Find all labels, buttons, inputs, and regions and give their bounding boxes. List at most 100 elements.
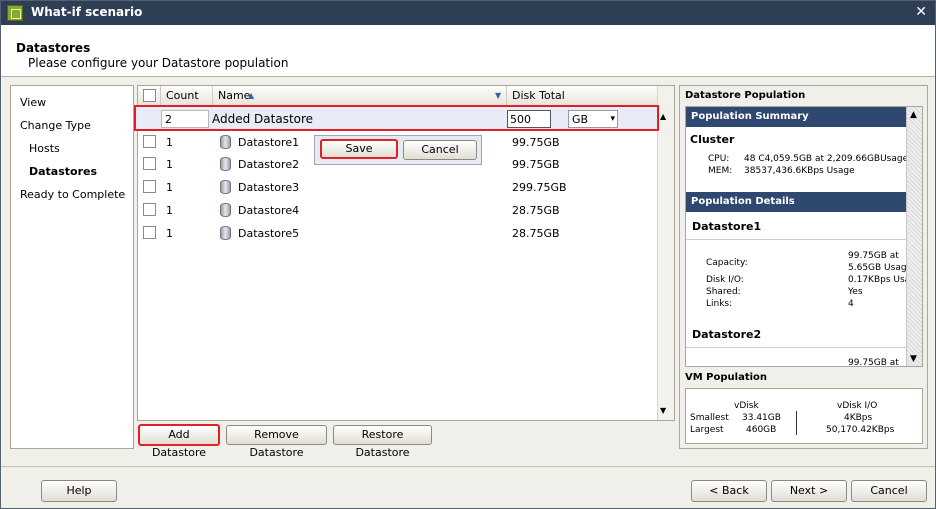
row-name: Datastore2 (238, 158, 300, 171)
disk-io-value: 0.17KBps Usa (848, 275, 911, 285)
column-name[interactable]: Name (218, 89, 250, 102)
save-button[interactable]: Save (320, 139, 398, 159)
datastore-name-input[interactable]: Added Datastore (212, 112, 313, 126)
restore-datastore-button[interactable]: Restore Datastore (333, 425, 432, 459)
title-bar: What-if scenario ✕ (1, 1, 935, 25)
next-button[interactable]: Next > (771, 480, 847, 502)
cancel-button[interactable]: Cancel (851, 480, 927, 502)
links-label: Links: (706, 299, 733, 309)
datastore-icon (220, 135, 231, 149)
divider (686, 239, 906, 240)
datastore-icon (220, 180, 231, 194)
vdisk-io-header: vDisk I/O (837, 401, 878, 411)
details-header: Population Details (686, 192, 906, 212)
nav-item-hosts[interactable]: Hosts (29, 142, 60, 155)
nav-item-change-type[interactable]: Change Type (20, 119, 91, 132)
back-button[interactable]: < Back (691, 480, 767, 502)
scroll-up-icon[interactable]: ▲ (660, 112, 666, 121)
disk-unit-select[interactable]: GB ▾ (568, 110, 618, 128)
nav-item-view[interactable]: View (20, 96, 46, 109)
table-row[interactable]: 1 Datastore4 28.75GB (138, 199, 598, 222)
page-header: Datastores Please configure your Datasto… (1, 25, 935, 77)
panel-title: Datastore Population (685, 90, 806, 101)
cancel-edit-button[interactable]: Cancel (403, 140, 477, 160)
cpu-label: CPU: (708, 154, 730, 164)
cluster-label: Cluster (690, 133, 735, 146)
mem-label: MEM: (708, 166, 733, 176)
row-checkbox[interactable] (143, 226, 156, 239)
capacity-usage-value: 5.65GB Usag (848, 263, 907, 273)
count-input[interactable]: 2 (161, 110, 209, 128)
add-datastore-button[interactable]: Add Datastore (138, 424, 220, 459)
table-row[interactable]: 1 Datastore5 28.75GB (138, 222, 598, 245)
disk-io-label: Disk I/O: (706, 275, 744, 285)
new-datastore-edit-row[interactable]: 2 Added Datastore 500 GB ▾ (134, 105, 659, 131)
capacity-value: 99.75GB at (848, 251, 899, 261)
disk-size-input[interactable]: 500 (507, 110, 551, 128)
table-row[interactable]: 1 Datastore3 299.75GB (138, 176, 598, 199)
column-count[interactable]: Count (166, 89, 199, 102)
row-checkbox[interactable] (143, 180, 156, 193)
scroll-down-icon[interactable]: ▼ (910, 354, 917, 364)
wizard-nav: View Change Type Hosts Datastores Ready … (10, 85, 134, 449)
wizard-footer: Help < Back Next > Cancel (1, 466, 935, 508)
select-all-checkbox[interactable] (143, 89, 156, 102)
summary-scrollbar[interactable]: ▲ ▼ (906, 107, 922, 366)
row-disk-total: 28.75GB (512, 227, 560, 240)
what-if-scenario-window: What-if scenario ✕ Datastores Please con… (0, 0, 936, 509)
row-name: Datastore4 (238, 204, 300, 217)
datastore2-label: Datastore2 (692, 328, 762, 341)
population-summary-pane: Population Summary Cluster CPU: 48 C4,05… (685, 106, 923, 367)
column-divider (160, 86, 161, 106)
nav-item-datastores[interactable]: Datastores (29, 165, 97, 178)
column-menu-dropdown-icon[interactable]: ▼ (495, 91, 501, 100)
row-count: 1 (166, 136, 173, 149)
chevron-down-icon: ▾ (610, 114, 615, 124)
row-name: Datastore1 (238, 136, 300, 149)
edit-row-actions: Save Cancel (314, 135, 482, 165)
vdisk-header: vDisk (734, 401, 759, 411)
row-disk-total: 99.75GB (512, 136, 560, 149)
divider (686, 347, 906, 348)
row-name: Datastore5 (238, 227, 300, 240)
app-icon (7, 5, 23, 21)
shared-value: Yes (848, 287, 863, 297)
datastore1-label: Datastore1 (692, 220, 762, 233)
row-checkbox[interactable] (143, 203, 156, 216)
datastore-icon (220, 157, 231, 171)
summary-header: Population Summary (686, 107, 906, 127)
window-title: What-if scenario (31, 5, 143, 19)
smallest-label: Smallest (690, 413, 729, 423)
vm-population-title: VM Population (685, 372, 768, 383)
smallest-vdisk-value: 33.41GB (742, 413, 781, 423)
row-checkbox[interactable] (143, 157, 156, 170)
column-divider (212, 86, 213, 106)
shared-label: Shared: (706, 287, 741, 297)
datastore-population-panel: Datastore Population Population Summary … (679, 85, 928, 449)
datastore-icon (220, 226, 231, 240)
cpu-value: 48 C4,059.5GB at 2,209.66GBUsage (744, 154, 909, 164)
row-count: 1 (166, 158, 173, 171)
divider (796, 411, 797, 435)
nav-item-ready-to-complete[interactable]: Ready to Complete (20, 188, 125, 201)
page-subtitle: Please configure your Datastore populati… (28, 56, 289, 70)
row-name: Datastore3 (238, 181, 300, 194)
scroll-up-icon[interactable]: ▲ (910, 110, 917, 120)
grid-header: Count Name ▲ ▼ Disk Total (138, 86, 657, 106)
column-disk-total[interactable]: Disk Total (512, 89, 565, 102)
row-count: 1 (166, 204, 173, 217)
smallest-vdisk-io-value: 4KBps (844, 413, 873, 423)
row-count: 1 (166, 227, 173, 240)
close-icon[interactable]: ✕ (915, 4, 927, 20)
row-checkbox[interactable] (143, 135, 156, 148)
scroll-down-icon[interactable]: ▼ (660, 406, 666, 415)
vm-population-box: vDisk vDisk I/O Smallest 33.41GB 4KBps L… (685, 388, 923, 444)
row-count: 1 (166, 181, 173, 194)
sort-ascending-icon: ▲ (248, 91, 255, 100)
help-button[interactable]: Help (41, 480, 117, 502)
datastore-icon (220, 203, 231, 217)
largest-vdisk-io-value: 50,170.42KBps (826, 425, 895, 435)
grid-scrollbar[interactable]: ▲ ▼ (657, 86, 674, 420)
remove-datastore-button[interactable]: Remove Datastore (226, 425, 327, 459)
mem-value: 38537,436.6KBps Usage (744, 166, 855, 176)
